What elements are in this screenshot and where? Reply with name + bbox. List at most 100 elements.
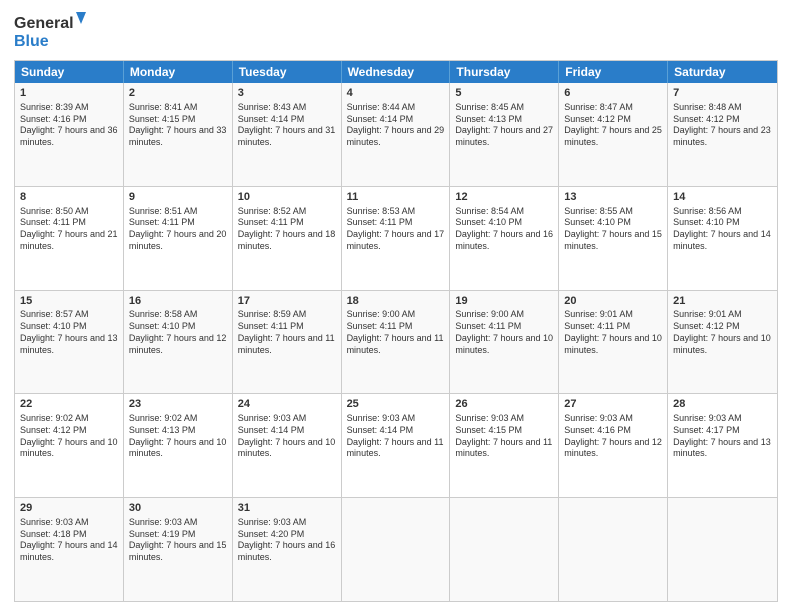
calendar-cell: 13Sunrise: 8:55 AMSunset: 4:10 PMDayligh… [559,187,668,290]
day-number: 11 [347,190,445,205]
day-number: 2 [129,86,227,101]
calendar: SundayMondayTuesdayWednesdayThursdayFrid… [14,60,778,602]
calendar-cell: 23Sunrise: 9:02 AMSunset: 4:13 PMDayligh… [124,394,233,497]
day-number: 22 [20,397,118,412]
calendar-cell: 16Sunrise: 8:58 AMSunset: 4:10 PMDayligh… [124,291,233,394]
day-info: Sunrise: 8:39 AMSunset: 4:16 PMDaylight:… [20,102,118,149]
day-number: 14 [673,190,772,205]
day-info: Sunrise: 8:50 AMSunset: 4:11 PMDaylight:… [20,206,118,253]
calendar-cell: 15Sunrise: 8:57 AMSunset: 4:10 PMDayligh… [15,291,124,394]
day-info: Sunrise: 8:52 AMSunset: 4:11 PMDaylight:… [238,206,336,253]
day-number: 30 [129,501,227,516]
calendar-cell: 28Sunrise: 9:03 AMSunset: 4:17 PMDayligh… [668,394,777,497]
day-number: 6 [564,86,662,101]
day-info: Sunrise: 8:54 AMSunset: 4:10 PMDaylight:… [455,206,553,253]
day-number: 13 [564,190,662,205]
calendar-week-1: 1Sunrise: 8:39 AMSunset: 4:16 PMDaylight… [15,83,777,186]
day-info: Sunrise: 8:57 AMSunset: 4:10 PMDaylight:… [20,309,118,356]
calendar-cell: 6Sunrise: 8:47 AMSunset: 4:12 PMDaylight… [559,83,668,186]
day-info: Sunrise: 9:03 AMSunset: 4:19 PMDaylight:… [129,517,227,564]
day-info: Sunrise: 9:00 AMSunset: 4:11 PMDaylight:… [455,309,553,356]
day-number: 31 [238,501,336,516]
calendar-cell: 26Sunrise: 9:03 AMSunset: 4:15 PMDayligh… [450,394,559,497]
header-day-thursday: Thursday [450,61,559,83]
day-info: Sunrise: 9:00 AMSunset: 4:11 PMDaylight:… [347,309,445,356]
day-info: Sunrise: 9:03 AMSunset: 4:14 PMDaylight:… [347,413,445,460]
day-number: 17 [238,294,336,309]
calendar-cell: 19Sunrise: 9:00 AMSunset: 4:11 PMDayligh… [450,291,559,394]
calendar-cell: 25Sunrise: 9:03 AMSunset: 4:14 PMDayligh… [342,394,451,497]
day-number: 10 [238,190,336,205]
calendar-week-3: 15Sunrise: 8:57 AMSunset: 4:10 PMDayligh… [15,290,777,394]
calendar-cell: 12Sunrise: 8:54 AMSunset: 4:10 PMDayligh… [450,187,559,290]
calendar-cell [342,498,451,601]
day-info: Sunrise: 8:58 AMSunset: 4:10 PMDaylight:… [129,309,227,356]
day-number: 24 [238,397,336,412]
day-number: 3 [238,86,336,101]
header-day-tuesday: Tuesday [233,61,342,83]
day-info: Sunrise: 9:03 AMSunset: 4:14 PMDaylight:… [238,413,336,460]
day-number: 27 [564,397,662,412]
day-info: Sunrise: 8:45 AMSunset: 4:13 PMDaylight:… [455,102,553,149]
calendar-cell: 1Sunrise: 8:39 AMSunset: 4:16 PMDaylight… [15,83,124,186]
day-number: 23 [129,397,227,412]
calendar-cell: 22Sunrise: 9:02 AMSunset: 4:12 PMDayligh… [15,394,124,497]
calendar-cell: 11Sunrise: 8:53 AMSunset: 4:11 PMDayligh… [342,187,451,290]
calendar-cell: 4Sunrise: 8:44 AMSunset: 4:14 PMDaylight… [342,83,451,186]
calendar-cell: 9Sunrise: 8:51 AMSunset: 4:11 PMDaylight… [124,187,233,290]
day-number: 21 [673,294,772,309]
day-number: 1 [20,86,118,101]
calendar-cell [668,498,777,601]
day-info: Sunrise: 9:01 AMSunset: 4:12 PMDaylight:… [673,309,772,356]
calendar-cell: 10Sunrise: 8:52 AMSunset: 4:11 PMDayligh… [233,187,342,290]
day-info: Sunrise: 9:02 AMSunset: 4:12 PMDaylight:… [20,413,118,460]
header-day-monday: Monday [124,61,233,83]
day-number: 12 [455,190,553,205]
day-info: Sunrise: 8:44 AMSunset: 4:14 PMDaylight:… [347,102,445,149]
calendar-week-5: 29Sunrise: 9:03 AMSunset: 4:18 PMDayligh… [15,497,777,601]
day-number: 7 [673,86,772,101]
day-info: Sunrise: 9:03 AMSunset: 4:16 PMDaylight:… [564,413,662,460]
day-info: Sunrise: 8:53 AMSunset: 4:11 PMDaylight:… [347,206,445,253]
page: GeneralBlue SundayMondayTuesdayWednesday… [0,0,792,612]
day-number: 18 [347,294,445,309]
calendar-cell: 30Sunrise: 9:03 AMSunset: 4:19 PMDayligh… [124,498,233,601]
calendar-cell: 31Sunrise: 9:03 AMSunset: 4:20 PMDayligh… [233,498,342,601]
calendar-cell: 3Sunrise: 8:43 AMSunset: 4:14 PMDaylight… [233,83,342,186]
day-info: Sunrise: 9:01 AMSunset: 4:11 PMDaylight:… [564,309,662,356]
calendar-cell: 7Sunrise: 8:48 AMSunset: 4:12 PMDaylight… [668,83,777,186]
day-info: Sunrise: 8:55 AMSunset: 4:10 PMDaylight:… [564,206,662,253]
day-info: Sunrise: 8:59 AMSunset: 4:11 PMDaylight:… [238,309,336,356]
day-number: 20 [564,294,662,309]
calendar-week-2: 8Sunrise: 8:50 AMSunset: 4:11 PMDaylight… [15,186,777,290]
svg-text:Blue: Blue [14,33,49,50]
calendar-cell: 8Sunrise: 8:50 AMSunset: 4:11 PMDaylight… [15,187,124,290]
day-info: Sunrise: 9:03 AMSunset: 4:18 PMDaylight:… [20,517,118,564]
calendar-cell: 29Sunrise: 9:03 AMSunset: 4:18 PMDayligh… [15,498,124,601]
day-info: Sunrise: 9:02 AMSunset: 4:13 PMDaylight:… [129,413,227,460]
calendar-week-4: 22Sunrise: 9:02 AMSunset: 4:12 PMDayligh… [15,393,777,497]
calendar-cell: 21Sunrise: 9:01 AMSunset: 4:12 PMDayligh… [668,291,777,394]
day-info: Sunrise: 9:03 AMSunset: 4:15 PMDaylight:… [455,413,553,460]
calendar-cell: 18Sunrise: 9:00 AMSunset: 4:11 PMDayligh… [342,291,451,394]
header-day-friday: Friday [559,61,668,83]
day-number: 16 [129,294,227,309]
day-info: Sunrise: 9:03 AMSunset: 4:20 PMDaylight:… [238,517,336,564]
calendar-cell: 20Sunrise: 9:01 AMSunset: 4:11 PMDayligh… [559,291,668,394]
day-number: 9 [129,190,227,205]
calendar-cell [450,498,559,601]
day-info: Sunrise: 8:43 AMSunset: 4:14 PMDaylight:… [238,102,336,149]
day-number: 4 [347,86,445,101]
calendar-cell: 5Sunrise: 8:45 AMSunset: 4:13 PMDaylight… [450,83,559,186]
header: GeneralBlue [14,10,778,52]
day-info: Sunrise: 8:56 AMSunset: 4:10 PMDaylight:… [673,206,772,253]
day-info: Sunrise: 8:51 AMSunset: 4:11 PMDaylight:… [129,206,227,253]
calendar-cell: 14Sunrise: 8:56 AMSunset: 4:10 PMDayligh… [668,187,777,290]
calendar-header: SundayMondayTuesdayWednesdayThursdayFrid… [15,61,777,83]
calendar-cell: 2Sunrise: 8:41 AMSunset: 4:15 PMDaylight… [124,83,233,186]
day-number: 19 [455,294,553,309]
day-info: Sunrise: 8:41 AMSunset: 4:15 PMDaylight:… [129,102,227,149]
day-number: 15 [20,294,118,309]
day-number: 28 [673,397,772,412]
day-number: 25 [347,397,445,412]
